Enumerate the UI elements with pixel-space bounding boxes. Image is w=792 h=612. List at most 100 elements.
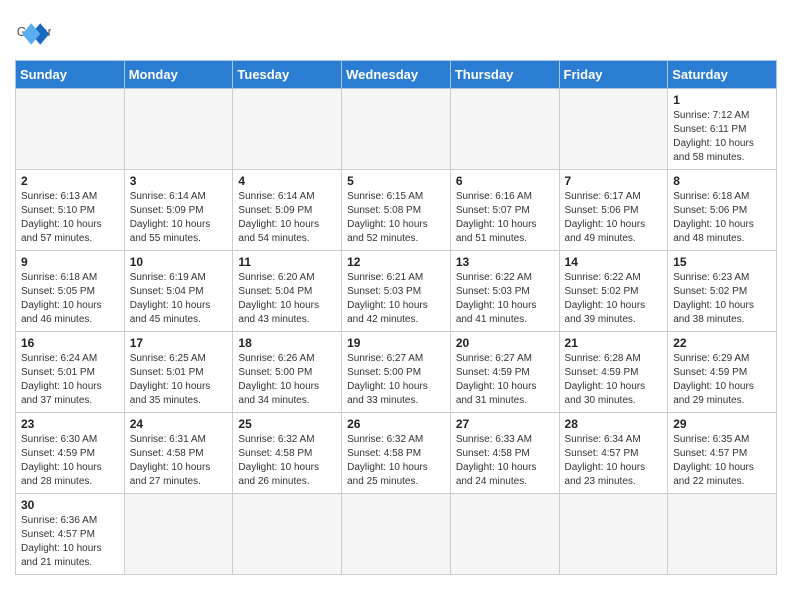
header-tuesday: Tuesday (233, 61, 342, 89)
calendar-cell: 20 Sunrise: 6:27 AM Sunset: 4:59 PM Dayli… (450, 332, 559, 413)
day-number: 7 (565, 174, 663, 188)
calendar-cell: 18 Sunrise: 6:26 AM Sunset: 5:00 PM Dayli… (233, 332, 342, 413)
day-info: Sunrise: 6:19 AM Sunset: 5:04 PM Dayligh… (130, 271, 228, 327)
calendar-cell (124, 494, 233, 575)
day-number: 2 (21, 174, 119, 188)
day-number: 30 (21, 498, 119, 512)
logo-icon: General (15, 16, 51, 52)
day-info: Sunrise: 6:14 AM Sunset: 5:09 PM Dayligh… (238, 190, 336, 246)
calendar-cell (342, 494, 451, 575)
day-number: 24 (130, 417, 228, 431)
calendar-cell: 13Sunrise: 6:22 AM Sunset: 5:03 PM Dayli… (450, 251, 559, 332)
page: General Sunday Monday Tuesday Wednesday … (0, 0, 792, 590)
header-wednesday: Wednesday (342, 61, 451, 89)
day-info: Sunrise: 6:27 AM Sunset: 4:59 PM Dayligh… (456, 352, 554, 408)
day-number: 28 (565, 417, 663, 431)
calendar-cell: 23Sunrise: 6:30 AM Sunset: 4:59 PM Dayli… (16, 413, 125, 494)
day-info: Sunrise: 6:24 AM Sunset: 5:01 PM Dayligh… (21, 352, 119, 408)
calendar-cell: 19 Sunrise: 6:27 AM Sunset: 5:00 PM Dayli… (342, 332, 451, 413)
day-info: Sunrise: 6:15 AM Sunset: 5:08 PM Dayligh… (347, 190, 445, 246)
calendar-cell (450, 494, 559, 575)
calendar: Sunday Monday Tuesday Wednesday Thursday… (15, 60, 777, 575)
day-info: Sunrise: 6:14 AM Sunset: 5:09 PM Dayligh… (130, 190, 228, 246)
day-number: 16 (21, 336, 119, 350)
calendar-cell (233, 89, 342, 170)
day-number: 20 (456, 336, 554, 350)
weekday-header-row: Sunday Monday Tuesday Wednesday Thursday… (16, 61, 777, 89)
calendar-cell: 4 Sunrise: 6:14 AM Sunset: 5:09 PM Daylig… (233, 170, 342, 251)
day-number: 27 (456, 417, 554, 431)
day-number: 12 (347, 255, 445, 269)
calendar-week-row: 30Sunrise: 6:36 AM Sunset: 4:57 PM Dayli… (16, 494, 777, 575)
day-info: Sunrise: 6:33 AM Sunset: 4:58 PM Dayligh… (456, 433, 554, 489)
day-number: 1 (673, 93, 771, 107)
calendar-cell: 22 Sunrise: 6:29 AM Sunset: 4:59 PM Dayli… (668, 332, 777, 413)
calendar-cell: 26 Sunrise: 6:32 AM Sunset: 4:58 PM Dayli… (342, 413, 451, 494)
calendar-cell: 29 Sunrise: 6:35 AM Sunset: 4:57 PM Dayli… (668, 413, 777, 494)
day-info: Sunrise: 6:32 AM Sunset: 4:58 PM Dayligh… (347, 433, 445, 489)
day-number: 3 (130, 174, 228, 188)
header: General (15, 10, 777, 52)
calendar-cell: 14 Sunrise: 6:22 AM Sunset: 5:02 PM Dayli… (559, 251, 668, 332)
day-number: 18 (238, 336, 336, 350)
calendar-cell (450, 89, 559, 170)
day-info: Sunrise: 6:18 AM Sunset: 5:06 PM Dayligh… (673, 190, 771, 246)
day-info: Sunrise: 6:30 AM Sunset: 4:59 PM Dayligh… (21, 433, 119, 489)
logo: General (15, 16, 57, 52)
day-number: 14 (565, 255, 663, 269)
calendar-cell (559, 494, 668, 575)
header-friday: Friday (559, 61, 668, 89)
calendar-week-row: 2 Sunrise: 6:13 AM Sunset: 5:10 PM Daylig… (16, 170, 777, 251)
day-info: Sunrise: 6:26 AM Sunset: 5:00 PM Dayligh… (238, 352, 336, 408)
calendar-cell: 3 Sunrise: 6:14 AM Sunset: 5:09 PM Daylig… (124, 170, 233, 251)
day-info: Sunrise: 6:22 AM Sunset: 5:02 PM Dayligh… (565, 271, 663, 327)
day-number: 9 (21, 255, 119, 269)
day-number: 19 (347, 336, 445, 350)
calendar-cell: 1Sunrise: 7:12 AM Sunset: 6:11 PM Daylig… (668, 89, 777, 170)
day-number: 10 (130, 255, 228, 269)
calendar-cell (16, 89, 125, 170)
header-monday: Monday (124, 61, 233, 89)
day-info: Sunrise: 6:25 AM Sunset: 5:01 PM Dayligh… (130, 352, 228, 408)
calendar-cell: 21Sunrise: 6:28 AM Sunset: 4:59 PM Dayli… (559, 332, 668, 413)
header-thursday: Thursday (450, 61, 559, 89)
calendar-cell: 30Sunrise: 6:36 AM Sunset: 4:57 PM Dayli… (16, 494, 125, 575)
calendar-cell: 25Sunrise: 6:32 AM Sunset: 4:58 PM Dayli… (233, 413, 342, 494)
calendar-cell: 9 Sunrise: 6:18 AM Sunset: 5:05 PM Daylig… (16, 251, 125, 332)
day-info: Sunrise: 6:21 AM Sunset: 5:03 PM Dayligh… (347, 271, 445, 327)
calendar-cell: 12 Sunrise: 6:21 AM Sunset: 5:03 PM Dayli… (342, 251, 451, 332)
calendar-cell: 8Sunrise: 6:18 AM Sunset: 5:06 PM Daylig… (668, 170, 777, 251)
day-info: Sunrise: 6:27 AM Sunset: 5:00 PM Dayligh… (347, 352, 445, 408)
calendar-cell: 6Sunrise: 6:16 AM Sunset: 5:07 PM Daylig… (450, 170, 559, 251)
day-number: 25 (238, 417, 336, 431)
day-info: Sunrise: 6:35 AM Sunset: 4:57 PM Dayligh… (673, 433, 771, 489)
calendar-week-row: 16 Sunrise: 6:24 AM Sunset: 5:01 PM Dayli… (16, 332, 777, 413)
day-info: Sunrise: 6:29 AM Sunset: 4:59 PM Dayligh… (673, 352, 771, 408)
calendar-week-row: 9 Sunrise: 6:18 AM Sunset: 5:05 PM Daylig… (16, 251, 777, 332)
day-number: 6 (456, 174, 554, 188)
calendar-cell: 7 Sunrise: 6:17 AM Sunset: 5:06 PM Daylig… (559, 170, 668, 251)
calendar-cell: 5 Sunrise: 6:15 AM Sunset: 5:08 PM Daylig… (342, 170, 451, 251)
day-number: 4 (238, 174, 336, 188)
calendar-cell: 17 Sunrise: 6:25 AM Sunset: 5:01 PM Dayli… (124, 332, 233, 413)
day-info: Sunrise: 6:31 AM Sunset: 4:58 PM Dayligh… (130, 433, 228, 489)
day-info: Sunrise: 6:20 AM Sunset: 5:04 PM Dayligh… (238, 271, 336, 327)
day-number: 11 (238, 255, 336, 269)
day-number: 29 (673, 417, 771, 431)
calendar-cell: 16 Sunrise: 6:24 AM Sunset: 5:01 PM Dayli… (16, 332, 125, 413)
day-number: 26 (347, 417, 445, 431)
calendar-cell (124, 89, 233, 170)
day-info: Sunrise: 6:18 AM Sunset: 5:05 PM Dayligh… (21, 271, 119, 327)
calendar-cell (233, 494, 342, 575)
day-info: Sunrise: 6:23 AM Sunset: 5:02 PM Dayligh… (673, 271, 771, 327)
day-number: 22 (673, 336, 771, 350)
day-number: 13 (456, 255, 554, 269)
day-number: 21 (565, 336, 663, 350)
calendar-cell: 15Sunrise: 6:23 AM Sunset: 5:02 PM Dayli… (668, 251, 777, 332)
day-info: Sunrise: 6:17 AM Sunset: 5:06 PM Dayligh… (565, 190, 663, 246)
day-info: Sunrise: 6:13 AM Sunset: 5:10 PM Dayligh… (21, 190, 119, 246)
day-number: 17 (130, 336, 228, 350)
calendar-cell: 24 Sunrise: 6:31 AM Sunset: 4:58 PM Dayli… (124, 413, 233, 494)
day-number: 5 (347, 174, 445, 188)
calendar-cell: 28Sunrise: 6:34 AM Sunset: 4:57 PM Dayli… (559, 413, 668, 494)
